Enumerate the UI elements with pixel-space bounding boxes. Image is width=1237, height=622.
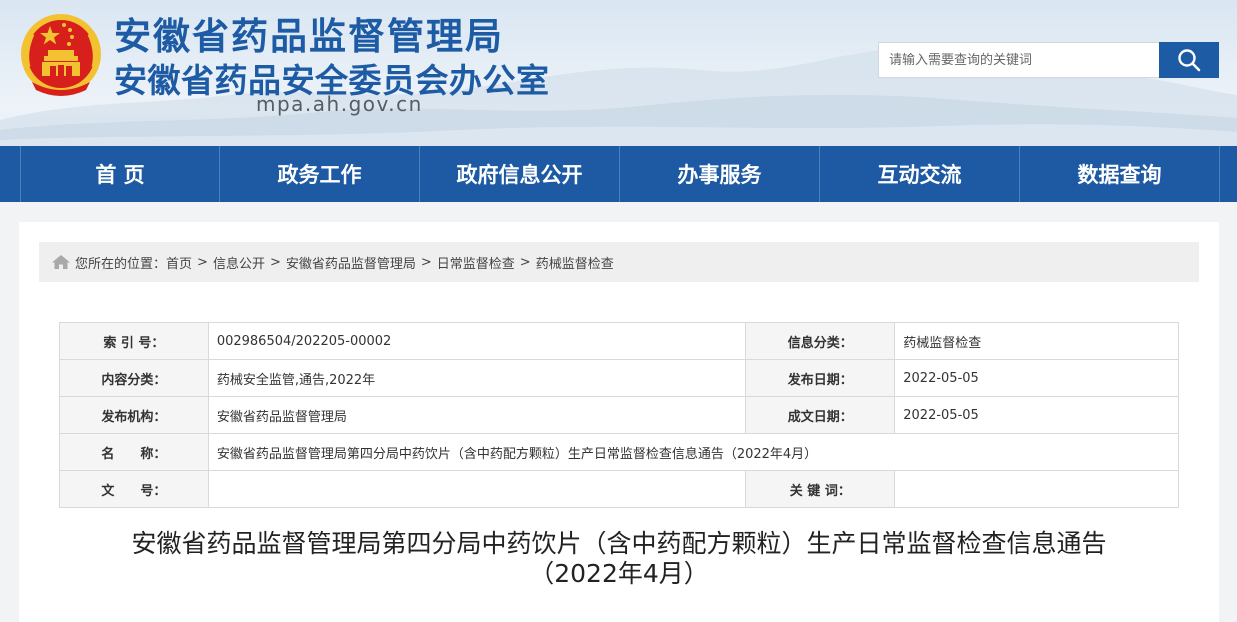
breadcrumb-link-routine-inspection[interactable]: 日常监督检查 <box>437 253 515 272</box>
search-icon <box>1178 49 1201 72</box>
article-title-line-1: 安徽省药品监督管理局第四分局中药饮片（含中药配方颗粒）生产日常监督检查信息通告 <box>131 529 1107 558</box>
info-category-value: 药械监督检查 <box>894 322 1179 360</box>
nav-item-data-query[interactable]: 数据查询 <box>1020 146 1220 202</box>
search-button[interactable] <box>1159 42 1219 78</box>
breadcrumb-separator: > <box>420 254 432 270</box>
doc-number-label: 文 号： <box>59 470 209 508</box>
doc-number-value <box>207 470 747 508</box>
nav-item-information-disclosure[interactable]: 政府信息公开 <box>420 146 620 202</box>
publish-date-value: 2022-05-05 <box>894 359 1179 397</box>
created-date-value: 2022-05-05 <box>894 396 1179 434</box>
keywords-label: 关 键 词： <box>745 470 896 508</box>
site-domain: mpa.ah.gov.cn <box>256 92 423 116</box>
site-header: 安徽省药品监督管理局 安徽省药品安全委员会办公室 mpa.ah.gov.cn <box>0 0 1237 146</box>
breadcrumb-prefix: 您所在的位置： <box>75 256 167 272</box>
nav-item-government-affairs[interactable]: 政务工作 <box>220 146 420 202</box>
table-row: 名 称： 安徽省药品监督管理局第四分局中药饮片（含中药配方颗粒）生产日常监督检查… <box>59 433 1180 471</box>
table-row: 发布机构： 安徽省药品监督管理局 成文日期： 2022-05-05 <box>59 396 1179 434</box>
nav-item-services[interactable]: 办事服务 <box>620 146 820 202</box>
breadcrumb-link-home[interactable]: 首页 <box>166 253 192 272</box>
breadcrumb-separator: > <box>519 254 531 270</box>
info-metadata-table: 索 引 号： 002986504/202205-00002 信息分类： 药械监督… <box>59 322 1180 508</box>
table-row: 文 号： 关 键 词： <box>59 470 1179 508</box>
table-row: 内容分类： 药械安全监管,通告,2022年 发布日期： 2022-05-05 <box>59 359 1179 397</box>
publishing-org-label: 发布机构： <box>59 396 209 434</box>
main-nav: 首 页 政务工作 政府信息公开 办事服务 互动交流 数据查询 <box>0 146 1237 202</box>
info-category-label: 信息分类： <box>745 322 896 360</box>
home-icon <box>52 255 70 269</box>
publishing-org-value: 安徽省药品监督管理局 <box>207 396 747 434</box>
index-number-value: 002986504/202205-00002 <box>207 322 747 360</box>
site-title: 安徽省药品监督管理局 <box>114 15 504 58</box>
main-content: 您所在的位置： 首页 > 信息公开 > 安徽省药品监督管理局 > 日常监督检查 … <box>19 222 1219 622</box>
doc-name-label: 名 称： <box>59 433 209 471</box>
article-title-line-2: （2022年4月） <box>529 559 709 588</box>
table-row: 索 引 号： 002986504/202205-00002 信息分类： 药械监督… <box>59 322 1179 360</box>
content-category-value: 药械安全监管,通告,2022年 <box>207 359 747 397</box>
breadcrumb-link-bureau[interactable]: 安徽省药品监督管理局 <box>286 253 416 272</box>
keywords-value <box>894 470 1179 508</box>
content-category-label: 内容分类： <box>59 359 209 397</box>
nav-item-interaction[interactable]: 互动交流 <box>820 146 1020 202</box>
breadcrumb: 您所在的位置： 首页 > 信息公开 > 安徽省药品监督管理局 > 日常监督检查 … <box>39 242 1199 282</box>
created-date-label: 成文日期： <box>745 396 896 434</box>
search-box <box>878 42 1219 78</box>
breadcrumb-link-drug-device-inspection[interactable]: 药械监督检查 <box>536 253 614 272</box>
national-emblem-icon <box>21 14 101 96</box>
index-number-label: 索 引 号： <box>59 322 209 360</box>
nav-item-home[interactable]: 首 页 <box>20 146 220 202</box>
breadcrumb-link-info-disclosure[interactable]: 信息公开 <box>213 253 265 272</box>
doc-name-value: 安徽省药品监督管理局第四分局中药饮片（含中药配方颗粒）生产日常监督检查信息通告（… <box>207 433 1180 471</box>
breadcrumb-separator: > <box>197 254 208 270</box>
breadcrumb-separator: > <box>269 254 281 270</box>
article-title: 安徽省药品监督管理局第四分局中药饮片（含中药配方颗粒）生产日常监督检查信息通告 … <box>19 529 1219 589</box>
publish-date-label: 发布日期： <box>745 359 896 397</box>
search-input[interactable] <box>878 42 1159 78</box>
